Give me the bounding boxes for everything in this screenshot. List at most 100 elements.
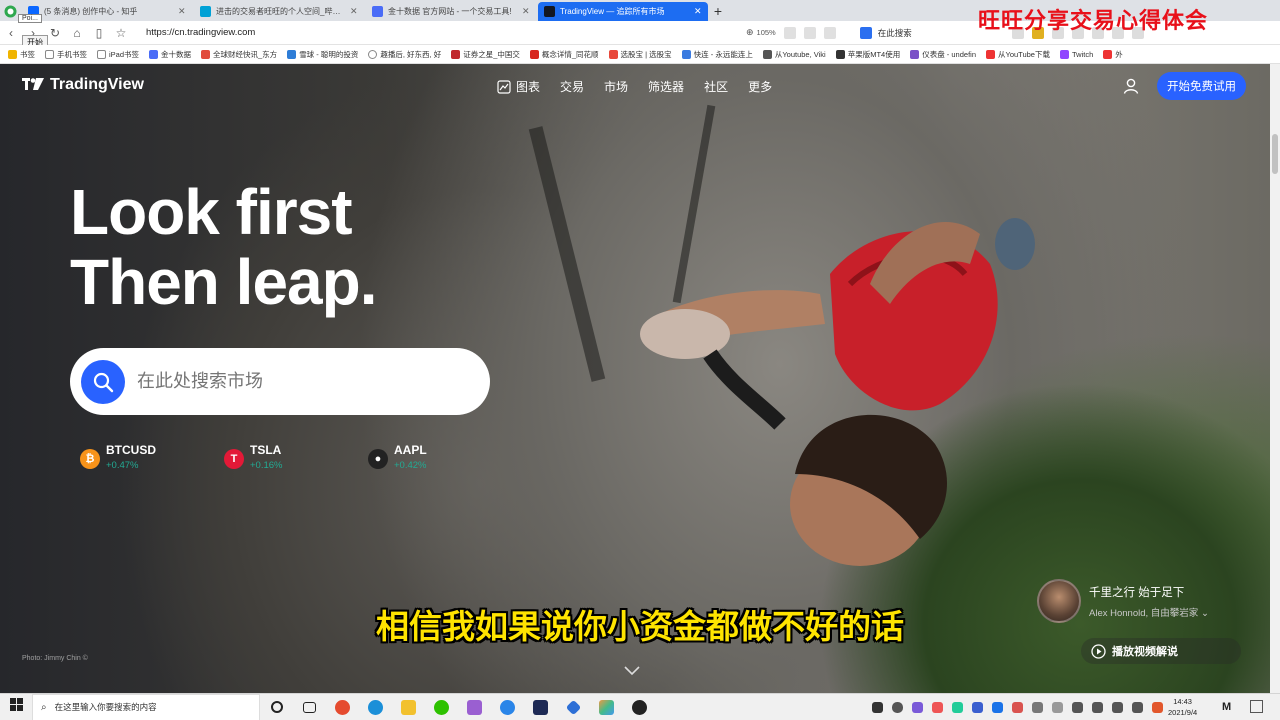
tray-app-icon[interactable] [1012,702,1023,713]
new-tab-button[interactable]: + [708,2,728,21]
start-button[interactable] [0,698,32,716]
tray-app-icon[interactable] [932,702,943,713]
volume-icon[interactable] [1132,702,1143,713]
download-icon [762,49,772,59]
zoom-icon[interactable]: ⊕ [746,27,754,38]
nav-screener[interactable]: 筛选器 [648,78,684,95]
search-icon[interactable] [81,359,125,404]
tab-bilibili[interactable]: 进击的交易者旺旺的个人空间_哔哩哔哩 ✕ [194,2,364,21]
chrome-icon [335,699,350,715]
bookmark-item[interactable]: 金十数据 [149,49,191,60]
cortana-button[interactable] [260,701,293,713]
share-icon[interactable] [803,26,816,39]
taskbar-app-browser[interactable] [491,699,524,715]
tray-app-icon[interactable] [872,702,883,713]
taskbar-search[interactable]: ⌕ 在这里输入你要搜索的内容 [32,693,260,720]
star-icon[interactable]: ☆ [110,26,132,40]
chevron-down-icon[interactable] [624,666,640,676]
ticker-aapl[interactable]: ● AAPL +0.42% [368,443,427,471]
bookmark-item[interactable]: 全球财经快讯_东方 [201,49,277,60]
close-icon[interactable]: ✕ [350,6,358,17]
browser-search-field[interactable]: 在此搜索 [878,27,912,39]
bookmark-item[interactable]: iPad书签 [97,49,139,60]
bluetooth-icon[interactable] [992,702,1003,713]
market-search-box[interactable] [70,348,490,415]
search-engine-icon[interactable] [859,26,872,39]
bookmarks-bar: 书签 手机书签 iPad书签 金十数据 全球财经快讯_东方 雪球 - 聪明的投资… [0,45,1280,64]
jin10-icon [149,49,159,59]
tray-app-icon[interactable] [972,702,983,713]
extension-icon[interactable] [783,26,796,39]
taskbar-app-wechat[interactable] [425,699,458,715]
taskbar-app-paint[interactable] [458,699,491,715]
bookmark-item[interactable]: 外 [1103,49,1123,60]
ticker-change: +0.47% [106,460,139,471]
stockstar-icon [451,49,461,59]
scrollbar-thumb[interactable] [1272,134,1278,174]
taskbar-app-terminal[interactable] [524,699,557,715]
tray-app-icon[interactable] [912,702,923,713]
nav-trade[interactable]: 交易 [560,78,584,95]
browser-logo-icon[interactable] [0,2,20,21]
back-icon[interactable]: ‹ [0,26,22,40]
nav-label: 筛选器 [648,80,685,94]
nav-markets[interactable]: 市场 [604,78,628,95]
tab-tradingview[interactable]: TradingView — 追踪所有市场 ✕ [538,2,708,21]
bookmark-item[interactable]: 证券之星_中国交 [451,49,520,60]
bookmark-item[interactable]: 苹果版MT4使用 [835,49,900,60]
bookmark-item[interactable]: 快连 - 永远能连上 [681,49,753,60]
action-center-icon[interactable] [1250,700,1263,713]
nav-community[interactable]: 社区 [704,78,728,95]
network-icon[interactable] [1072,702,1083,713]
taskbar-app-tool[interactable] [557,699,590,715]
market-search-input[interactable] [137,371,467,392]
bookmark-item[interactable]: 趣播后, 好东西, 好 [368,49,441,60]
user-icon[interactable] [1122,77,1140,95]
tray-app-icon[interactable] [1032,702,1043,713]
tray-app-icon[interactable] [1052,702,1063,713]
nav-charts[interactable]: 图表 [497,78,540,95]
tray-app-icon[interactable] [1092,702,1103,713]
bookmark-item[interactable]: 从YouTube下载 [986,49,1050,60]
bookmark-item[interactable]: 仪表盘 - undefin [910,49,976,60]
tray-app-icon[interactable] [952,702,963,713]
bookmark-item[interactable]: 概念详情_同花顺 [529,49,599,60]
close-icon[interactable]: ✕ [694,6,702,17]
task-view-button[interactable] [293,701,326,713]
bookmark-label: 书签 [20,49,35,59]
notification-icon[interactable]: M [1222,701,1231,713]
jin10-icon [372,6,383,17]
microphone-icon[interactable] [892,702,903,713]
start-free-trial-button[interactable]: 开始免费试用 [1157,72,1246,100]
tab-zhihu[interactable]: (5 条消息) 创作中心 - 知乎 ✕ [22,2,192,21]
copy-icon[interactable] [823,26,836,39]
bookmark-item[interactable]: 手机书签 [45,49,87,60]
taskbar-app-explorer[interactable] [392,699,425,715]
taskbar-app-obs[interactable] [623,699,656,715]
tonghuashun-icon [529,49,539,59]
tradingview-logo[interactable]: TradingView [22,76,144,94]
bookmark-item[interactable]: 雪球 - 聪明的投资 [287,49,358,60]
page-scrollbar[interactable] [1270,64,1280,693]
taskbar-clock[interactable]: 14:43 2021/9/4 [1168,696,1197,718]
bookmark-item[interactable]: 从Youtube, Viki [762,49,826,60]
nav-more[interactable]: 更多 [748,78,772,95]
home-icon[interactable]: ⌂ [66,26,88,40]
bookmark-item[interactable]: 书签 [8,49,35,60]
tab-jin10[interactable]: 金十数据 官方网站 - 一个交易工具! ✕ [366,2,536,21]
tray-app-icon[interactable] [1112,702,1123,713]
close-icon[interactable]: ✕ [178,6,186,17]
input-method-icon[interactable] [1152,702,1163,713]
ticker-btcusd[interactable]: ₿ BTCUSD +0.47% [80,443,156,471]
ticker-tsla[interactable]: T TSLA +0.16% [224,443,283,471]
taskbar-app-chrome[interactable] [326,699,359,715]
taskbar-app-edge[interactable] [359,699,392,715]
url-field[interactable]: https://cn.tradingview.com [146,27,746,38]
close-icon[interactable]: ✕ [522,6,530,17]
reading-list-icon[interactable]: ▯ [88,26,110,40]
taskbar-app-photos[interactable] [590,699,623,715]
bookmark-label: 快连 - 永远能连上 [693,49,753,59]
tradingview-page: TradingView 图表 交易 市场 筛选器 社区 更多 开始免费试用 Lo… [0,64,1270,693]
bookmark-item[interactable]: 选股宝 | 选股宝 [608,49,672,60]
bookmark-item[interactable]: Twitch [1059,49,1093,59]
